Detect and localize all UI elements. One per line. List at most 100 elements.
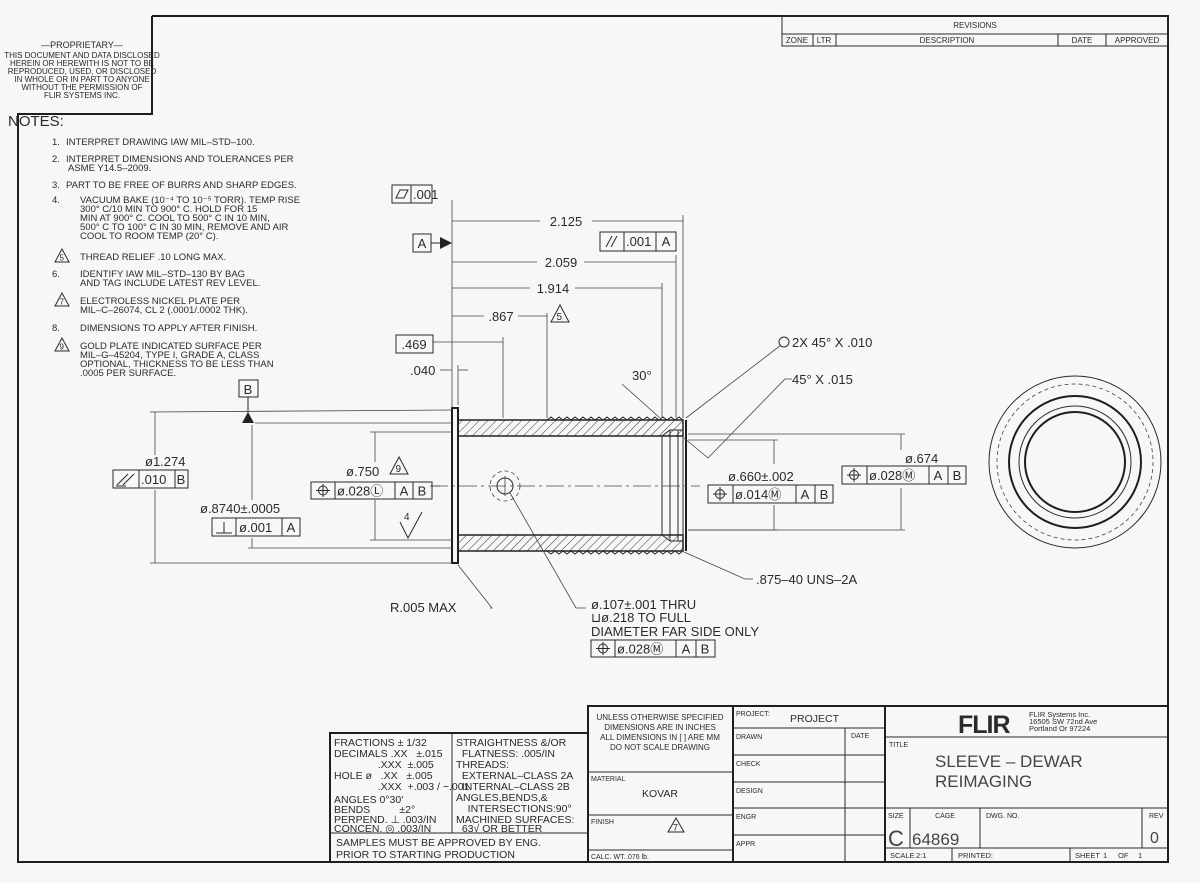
datum-label: B xyxy=(244,382,253,397)
flir-logo: FLIR xyxy=(958,711,1011,739)
position-frame-hole: ø.028Ⓜ A B xyxy=(590,639,716,658)
tolerance-value: ø.028Ⓜ xyxy=(869,468,915,483)
tolerance-line: CONCEN. ◎ .003/IN xyxy=(334,823,431,835)
datum-ref: A xyxy=(662,234,671,249)
perpendicularity-icon xyxy=(216,522,232,534)
datum-ref: A xyxy=(400,484,409,499)
sleeve-side-view xyxy=(430,407,700,564)
flag-triangle-icon: 5 xyxy=(54,247,70,263)
datum-label: A xyxy=(418,236,427,251)
note-text: PART TO BE FREE OF BURRS AND SHARP EDGES… xyxy=(66,180,297,191)
project-label: PROJECT: xyxy=(736,711,770,718)
chamfer-callout: 45° X .015 xyxy=(792,372,853,387)
hole-callout: DIAMETER FAR SIDE ONLY xyxy=(591,624,759,639)
dwg-no-label: DWG. NO. xyxy=(986,813,1019,820)
note-text: COOL TO ROOM TEMP (20° C). xyxy=(80,231,218,242)
position-icon xyxy=(596,642,610,655)
tolerance-block: FRACTIONS ± 1/32 DECIMALS .XX ±.015 .XXX… xyxy=(329,732,589,863)
company-line: Portland Or 97224 xyxy=(1029,724,1090,733)
title-block: FLIR FLIR Systems Inc. 16505 SW 72nd Ave… xyxy=(884,705,1169,863)
flag-number: 7 xyxy=(673,823,678,833)
samples-note: SAMPLES MUST BE APPROVED BY ENG. xyxy=(336,837,541,849)
tolerance-value: .001 xyxy=(626,234,651,249)
note-text: INTERPRET DRAWING IAW MIL–STD–100. xyxy=(66,137,255,148)
total-runout-icon xyxy=(116,473,135,487)
size-label: SIZE xyxy=(888,813,904,820)
scale-value: 2:1 xyxy=(916,851,926,860)
drawing-title: REIMAGING xyxy=(935,772,1032,791)
rev-value: 0 xyxy=(1150,830,1159,847)
rev-label: REV xyxy=(1149,813,1164,820)
note-text: AND TAG INCLUDE LATEST REV LEVEL. xyxy=(80,278,260,289)
scale-label: SCALE xyxy=(890,851,915,860)
note-number: 1. xyxy=(52,137,60,148)
dim-dia-8740: ø.8740±.0005 xyxy=(200,501,280,516)
flag-triangle-icon: 5 xyxy=(550,303,570,323)
note-number: 4. xyxy=(52,195,60,206)
sheet-label: SHEET xyxy=(1075,851,1100,860)
notes-heading: NOTES: xyxy=(8,113,64,130)
position-frame-674: ø.028Ⓜ A B xyxy=(841,465,967,485)
logo-text: FLIR xyxy=(958,711,1010,739)
spec-note: ALL DIMENSIONS IN [ ] ARE MM xyxy=(600,733,720,742)
note-number: 6. xyxy=(52,269,60,280)
flag-number: 7 xyxy=(60,298,65,307)
parallelism-frame: .001 A xyxy=(599,231,677,252)
dim-angle: 30° xyxy=(632,368,652,383)
datum-b: B xyxy=(238,379,259,423)
datum-ref: A xyxy=(801,487,810,502)
dim-1914: 1.914 xyxy=(537,281,570,296)
flag-triangle-icon: 7 xyxy=(667,816,685,833)
tolerance-line: 63√ OR BETTER xyxy=(456,823,543,835)
proprietary-notice: —PROPRIETARY— THIS DOCUMENT AND DATA DIS… xyxy=(4,40,160,100)
date-label: DATE xyxy=(851,733,869,740)
dim-dia-674: ø.674 xyxy=(905,451,938,466)
datum-ref: B xyxy=(177,472,186,487)
material-label: MATERIAL xyxy=(591,776,626,783)
note-text: THREAD RELIEF .10 LONG MAX. xyxy=(80,252,226,263)
drawing-title: SLEEVE – DEWAR xyxy=(935,752,1083,771)
datum-ref: A xyxy=(287,520,296,535)
position-icon xyxy=(316,484,330,497)
appr-label: APPR xyxy=(736,841,755,848)
position-icon xyxy=(847,468,861,482)
basic-dim-469: .469 xyxy=(395,334,434,354)
dim-2059: 2.059 xyxy=(545,255,578,270)
flag-triangle-icon: 9 xyxy=(389,455,409,475)
proprietary-heading: —PROPRIETARY— xyxy=(41,40,123,50)
samples-note: PRIOR TO STARTING PRODUCTION xyxy=(336,849,515,861)
column-header: APPROVED xyxy=(1115,36,1160,45)
note-number: 3. xyxy=(52,180,60,191)
note-text: MIL–C–26074, CL 2 (.0001/.0002 THK). xyxy=(80,305,248,316)
flag-number: 5 xyxy=(60,254,65,263)
design-label: DESIGN xyxy=(736,788,763,795)
tolerance-value: ø.028Ⓜ xyxy=(617,642,663,657)
proprietary-line: FLIR SYSTEMS INC. xyxy=(44,91,120,100)
sheet-of-label: OF xyxy=(1118,851,1129,860)
project-value: PROJECT xyxy=(790,713,840,725)
note-text: ASME Y14.5–2009. xyxy=(68,163,151,174)
revisions-table: REVISIONS ZONE LTR DESCRIPTION DATE APPR… xyxy=(781,15,1169,47)
note-text: DIMENSIONS TO APPLY AFTER FINISH. xyxy=(80,323,257,334)
datum-ref: B xyxy=(953,468,962,483)
flag-number: 5 xyxy=(557,312,563,323)
material-value: KOVAR xyxy=(642,788,678,800)
perpendicularity-frame: ø.001 A xyxy=(211,517,301,537)
dim-867: .867 xyxy=(488,309,513,324)
flatness-frame: .001 xyxy=(391,184,438,204)
flag-number: 9 xyxy=(60,343,65,352)
drawn-label: DRAWN xyxy=(736,734,762,741)
note-number: 2. xyxy=(52,154,60,165)
position-frame-660: ø.014Ⓜ A B xyxy=(707,484,834,504)
sleeve-end-view xyxy=(988,375,1162,549)
finish-label: FINISH xyxy=(591,819,614,826)
surface-finish-icon: 4 xyxy=(399,511,423,540)
spec-block: UNLESS OTHERWISE SPECIFIED DIMENSIONS AR… xyxy=(587,705,734,863)
datum-ref: B xyxy=(820,487,829,502)
column-header: DATE xyxy=(1072,36,1093,45)
spec-note: DIMENSIONS ARE IN INCHES xyxy=(604,723,716,732)
column-header: ZONE xyxy=(786,36,808,45)
dim-dia-660: ø.660±.002 xyxy=(728,469,794,484)
tolerance-line: .XXX +.003 / −.001 xyxy=(334,781,470,793)
position-icon xyxy=(713,487,727,501)
